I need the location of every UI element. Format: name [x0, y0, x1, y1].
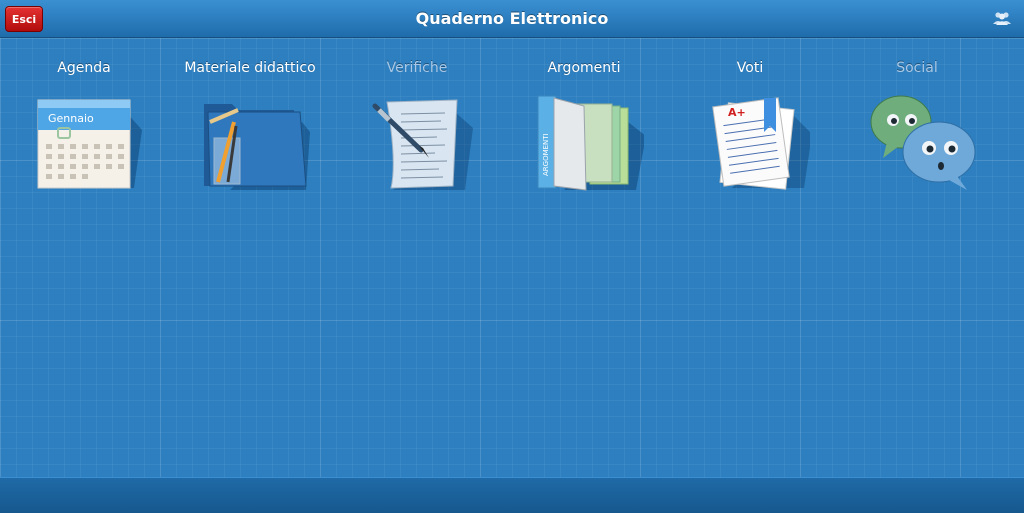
bottom-bar — [0, 477, 1024, 513]
tile-verifiche[interactable]: Verifiche — [342, 60, 492, 200]
tile-social-label: Social — [896, 60, 938, 76]
folder-spine-text: ARGOMENTI — [542, 133, 550, 176]
top-bar: Esci Quaderno Elettronico — [0, 0, 1024, 38]
tile-materiale-label: Materiale didattico — [184, 60, 316, 76]
page-title: Quaderno Elettronico — [415, 9, 609, 28]
tile-argomenti[interactable]: Argomenti ARGOMENTI — [509, 60, 659, 200]
tile-agenda[interactable]: Agenda Gennaio — [9, 60, 159, 200]
folder-pencils-icon — [204, 104, 310, 190]
tile-agenda-label: Agenda — [57, 60, 111, 76]
file-folders-icon: ARGOMENTI — [537, 95, 644, 191]
calendar-month-text: Gennaio — [48, 112, 94, 125]
tile-materiale-didattico[interactable]: Materiale didattico — [175, 60, 325, 200]
grade-mark-text: A+ — [728, 106, 746, 119]
calendar-icon: Gennaio — [37, 99, 142, 189]
document-pen-icon — [372, 99, 473, 190]
tile-social[interactable]: Social — [842, 60, 992, 200]
users-icon[interactable] — [992, 11, 1012, 25]
chat-bubbles-icon — [870, 95, 976, 190]
graded-paper-icon: A+ — [712, 97, 810, 190]
tile-voti-label: Voti — [736, 60, 764, 76]
tile-voti[interactable]: Voti A+ — [675, 60, 825, 200]
tile-verifiche-label: Verifiche — [386, 60, 448, 76]
tile-argomenti-label: Argomenti — [547, 60, 621, 76]
